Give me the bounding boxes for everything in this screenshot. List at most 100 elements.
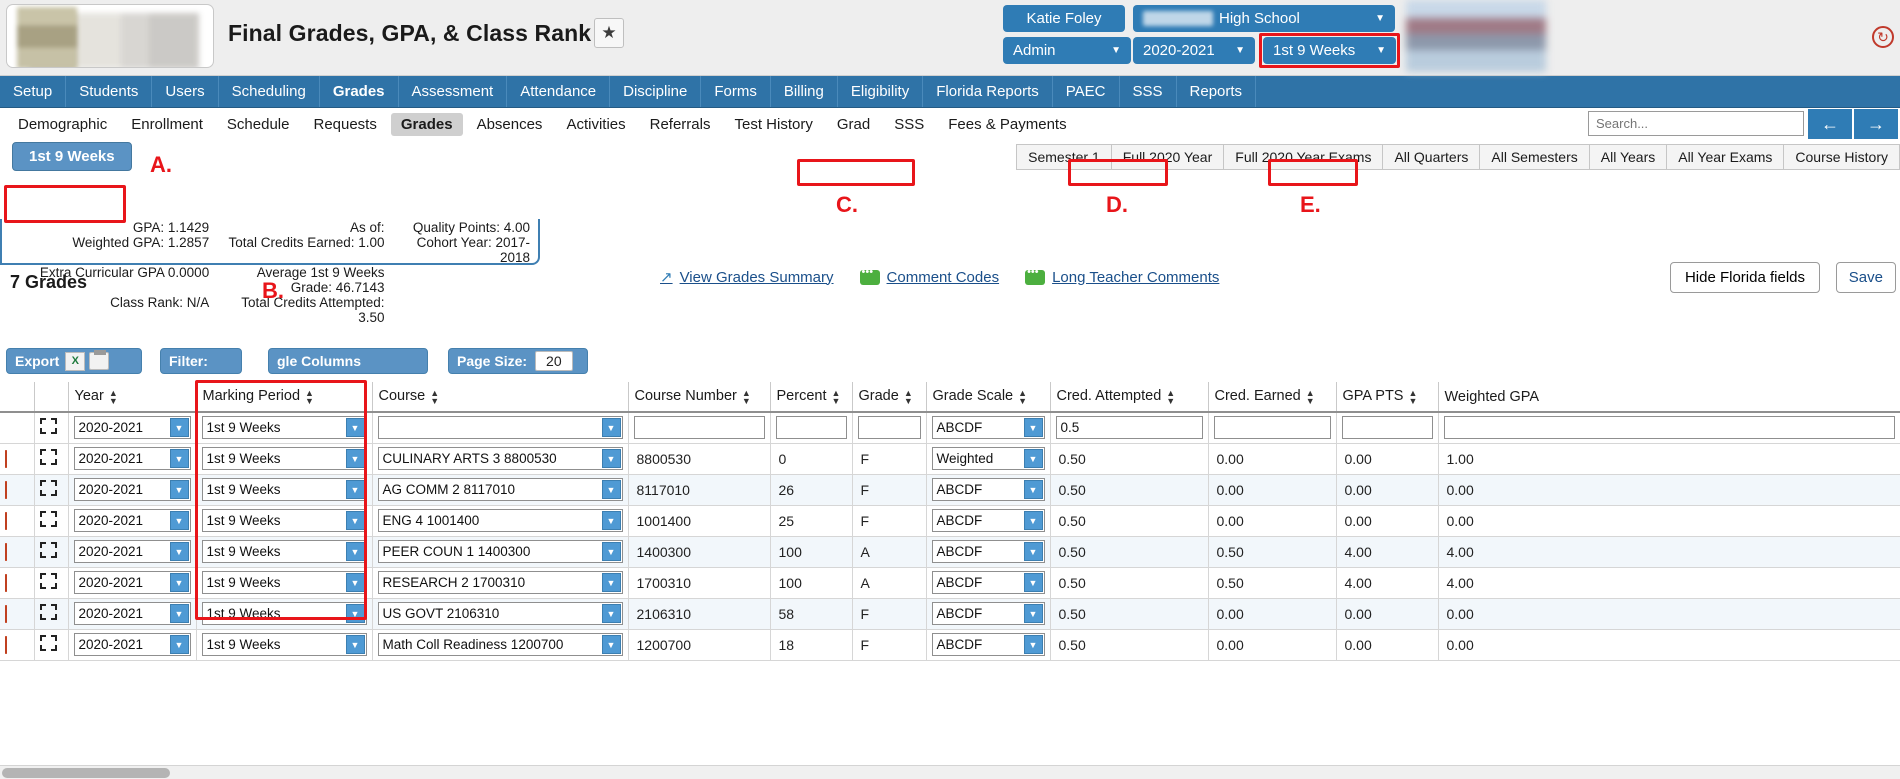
marking-period-select[interactable]: 1st 9 Weeks ▼ <box>201 633 367 656</box>
mp-tab-all-quarters[interactable]: All Quarters <box>1382 144 1480 170</box>
sort-arrows-icon[interactable]: ▲ ▼ <box>305 388 314 405</box>
delete-row-icon[interactable] <box>5 604 7 623</box>
cell-course[interactable]: Math Coll Readiness 1200700 ▼ <box>372 629 629 661</box>
search-input[interactable] <box>1588 111 1804 136</box>
grade-scale-select[interactable]: ABCDF ▼ <box>931 509 1045 532</box>
tab-1st-9-weeks[interactable]: 1st 9 Weeks <box>12 142 132 171</box>
sort-arrows-icon[interactable]: ▲ ▼ <box>1166 388 1175 405</box>
favorite-star-icon[interactable]: ★ <box>594 18 624 48</box>
course-select[interactable]: CULINARY ARTS 3 8800530 ▼ <box>377 447 623 470</box>
marking-period-select[interactable]: 1st 9 Weeks ▼ <box>201 478 367 501</box>
subnav-item-requests[interactable]: Requests <box>303 113 386 136</box>
nav-item-attendance[interactable]: Attendance <box>507 76 611 107</box>
expand-icon[interactable] <box>39 418 57 435</box>
cell-marking-period[interactable]: 1st 9 Weeks ▼ <box>196 505 373 537</box>
nav-item-setup[interactable]: Setup <box>0 76 67 107</box>
dropdown-arrow-icon[interactable]: ▼ <box>601 511 621 530</box>
gpa-pts-input[interactable] <box>1341 416 1433 440</box>
cell-year[interactable]: 2020-2021 ▼ <box>68 412 197 444</box>
year-select[interactable]: 2020-2021 ▼ <box>73 509 191 532</box>
weighted-gpa-input[interactable] <box>1443 416 1895 440</box>
mp-tab-course-history[interactable]: Course History <box>1783 144 1900 170</box>
subnav-item-grades[interactable]: Grades <box>390 112 463 136</box>
dropdown-arrow-icon[interactable]: ▼ <box>1023 604 1043 623</box>
mp-tab-semester-1[interactable]: Semester 1 <box>1016 144 1111 170</box>
cell-marking-period[interactable]: 1st 9 Weeks ▼ <box>196 474 373 506</box>
expand-cell[interactable] <box>34 536 69 568</box>
cell-year[interactable]: 2020-2021 ▼ <box>68 536 197 568</box>
expand-icon[interactable] <box>39 449 57 465</box>
delete-cell[interactable] <box>0 505 35 537</box>
cell-grade-scale[interactable]: ABCDF ▼ <box>926 474 1051 506</box>
dropdown-arrow-icon[interactable]: ▼ <box>601 418 621 438</box>
dropdown-arrow-icon[interactable]: ▼ <box>169 511 189 530</box>
nav-item-scheduling[interactable]: Scheduling <box>219 76 320 107</box>
year-select[interactable]: 2020-2021 ▼ <box>73 416 191 440</box>
nav-item-paec[interactable]: PAEC <box>1053 76 1120 107</box>
cell-marking-period[interactable]: 1st 9 Weeks ▼ <box>196 536 373 568</box>
table-row[interactable]: 2020-2021 ▼ 1st 9 Weeks ▼ AG COMM 2 8117010 ▼… <box>0 474 1900 506</box>
cell-marking-period[interactable]: 1st 9 Weeks ▼ <box>196 629 373 661</box>
grade-scale-select[interactable]: ABCDF ▼ <box>931 416 1045 440</box>
course-select[interactable]: US GOVT 2106310 ▼ <box>377 602 623 625</box>
nav-item-discipline[interactable]: Discipline <box>610 76 702 107</box>
table-header-course-number[interactable]: Course Number ▲ ▼ <box>628 382 771 413</box>
dropdown-arrow-icon[interactable]: ▼ <box>1023 542 1043 561</box>
dropdown-arrow-icon[interactable]: ▼ <box>169 573 189 592</box>
dropdown-arrow-icon[interactable]: ▼ <box>1023 449 1043 468</box>
table-row[interactable]: 2020-2021 ▼ 1st 9 Weeks ▼ CULINARY ARTS 3 88… <box>0 443 1900 475</box>
dropdown-arrow-icon[interactable]: ▼ <box>345 511 365 530</box>
sort-arrows-icon[interactable]: ▲ ▼ <box>1018 388 1027 405</box>
mp-tab-all-year-exams[interactable]: All Year Exams <box>1666 144 1784 170</box>
sort-arrows-icon[interactable]: ▲ ▼ <box>831 388 840 405</box>
nav-item-sss[interactable]: SSS <box>1120 76 1177 107</box>
table-header-percent[interactable]: Percent ▲ ▼ <box>770 382 853 413</box>
table-row[interactable]: 2020-2021 ▼ 1st 9 Weeks ▼ Math Coll Readines… <box>0 629 1900 661</box>
grade-scale-select[interactable]: ABCDF ▼ <box>931 540 1045 563</box>
cell-course[interactable]: CULINARY ARTS 3 8800530 ▼ <box>372 443 629 475</box>
cell-marking-period[interactable]: 1st 9 Weeks ▼ <box>196 443 373 475</box>
course-select[interactable]: PEER COUN 1 1400300 ▼ <box>377 540 623 563</box>
cell-weighted-gpa[interactable] <box>1438 412 1900 444</box>
mp-tab-full-2020-year[interactable]: Full 2020 Year <box>1110 144 1224 170</box>
nav-item-billing[interactable]: Billing <box>771 76 838 107</box>
dropdown-arrow-icon[interactable]: ▼ <box>601 480 621 499</box>
dropdown-arrow-icon[interactable]: ▼ <box>1023 573 1043 592</box>
expand-icon[interactable] <box>39 635 57 651</box>
nav-item-users[interactable]: Users <box>152 76 219 107</box>
dropdown-arrow-icon[interactable]: ▼ <box>169 635 189 654</box>
delete-row-icon[interactable] <box>5 542 7 561</box>
delete-cell[interactable] <box>0 567 35 599</box>
cell-grade-scale[interactable]: ABCDF ▼ <box>926 505 1051 537</box>
expand-cell[interactable] <box>34 629 69 661</box>
expand-cell[interactable] <box>34 443 69 475</box>
excel-icon[interactable]: X <box>65 351 86 371</box>
cell-year[interactable]: 2020-2021 ▼ <box>68 505 197 537</box>
delete-cell[interactable] <box>0 443 35 475</box>
dropdown-arrow-icon[interactable]: ▼ <box>601 573 621 592</box>
cell-year[interactable]: 2020-2021 ▼ <box>68 567 197 599</box>
expand-icon[interactable] <box>39 573 57 589</box>
subnav-item-test-history[interactable]: Test History <box>724 113 822 136</box>
course-select[interactable]: ENG 4 1001400 ▼ <box>377 509 623 532</box>
subnav-item-sss[interactable]: SSS <box>884 113 934 136</box>
sort-arrows-icon[interactable]: ▲ ▼ <box>1408 388 1417 405</box>
expand-icon[interactable] <box>39 511 57 527</box>
delete-cell[interactable] <box>0 629 35 661</box>
page-size-control[interactable]: Page Size: 20 <box>448 348 588 374</box>
dropdown-arrow-icon[interactable]: ▼ <box>345 480 365 499</box>
expand-icon[interactable] <box>39 604 57 620</box>
cell-grade-scale[interactable]: ABCDF ▼ <box>926 412 1051 444</box>
expand-icon[interactable] <box>39 480 57 496</box>
dropdown-arrow-icon[interactable]: ▼ <box>601 604 621 623</box>
marking-period-select[interactable]: 1st 9 Weeks ▼ <box>201 540 367 563</box>
marking-period-select[interactable]: 1st 9 Weeks ▼ <box>201 447 367 470</box>
delete-row-icon[interactable] <box>5 573 7 592</box>
dropdown-arrow-icon[interactable]: ▼ <box>601 542 621 561</box>
subnav-item-grad[interactable]: Grad <box>827 113 880 136</box>
nav-item-forms[interactable]: Forms <box>701 76 771 107</box>
sort-arrows-icon[interactable]: ▲ ▼ <box>742 388 751 405</box>
dropdown-arrow-icon[interactable]: ▼ <box>169 418 189 438</box>
dropdown-arrow-icon[interactable]: ▼ <box>345 635 365 654</box>
nav-item-eligibility[interactable]: Eligibility <box>838 76 924 107</box>
